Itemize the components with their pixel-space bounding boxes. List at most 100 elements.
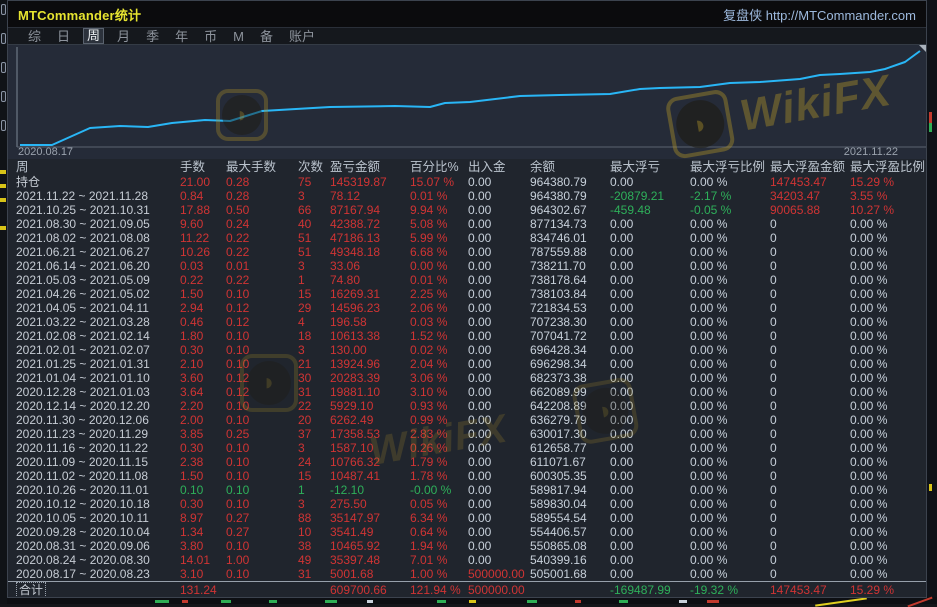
table-cell: 0	[770, 343, 850, 357]
table-row[interactable]: 2020.09.28 ~ 2020.10.041.340.27103541.49…	[8, 525, 926, 539]
menu-tab-日[interactable]: 日	[49, 28, 78, 45]
table-cell: 0	[770, 315, 850, 329]
title-bar[interactable]: MTCommander统计 复盘侠 http://MTCommander.com	[8, 1, 926, 28]
table-row[interactable]: 2020.10.12 ~ 2020.10.180.300.103275.500.…	[8, 497, 926, 511]
table-cell: 21.00	[180, 175, 226, 189]
table-cell: 0.00	[468, 455, 530, 469]
table-cell: 0.00	[610, 287, 690, 301]
table-cell: 0.00 %	[690, 553, 770, 567]
table-cell: 0.00 %	[850, 497, 926, 511]
table-row[interactable]: 2020.08.24 ~ 2020.08.3014.011.004935397.…	[8, 553, 926, 567]
table-cell: 0.00	[468, 357, 530, 371]
row-label: 2020.11.02 ~ 2020.11.08	[16, 469, 180, 483]
table-cell: 0.00 %	[850, 469, 926, 483]
table-cell: 0.00 %	[850, 287, 926, 301]
menu-tab-综[interactable]: 综	[20, 28, 49, 45]
table-row[interactable]: 2020.08.17 ~ 2020.08.233.100.10315001.68…	[8, 567, 926, 581]
table-row[interactable]: 2020.11.23 ~ 2020.11.293.850.253717358.5…	[8, 427, 926, 441]
table-cell: 74.80	[330, 273, 410, 287]
balance-chart[interactable]: ◗ ◗ WikiFX 2020.08.17 2021.11.22	[8, 45, 926, 159]
table-cell: 0.00	[468, 287, 530, 301]
table-row[interactable]: 2021.03.22 ~ 2021.03.280.460.124196.580.…	[8, 315, 926, 329]
table-cell: 0.10	[226, 399, 298, 413]
table-cell: 0	[770, 301, 850, 315]
table-cell: 0	[770, 245, 850, 259]
table-cell: 0.00 %	[850, 539, 926, 553]
table-row[interactable]: 2020.10.26 ~ 2020.11.010.100.101-12.10-0…	[8, 483, 926, 497]
table-row[interactable]: 2021.06.14 ~ 2021.06.200.030.01333.060.0…	[8, 259, 926, 273]
column-header[interactable]: 余额	[530, 159, 610, 175]
table-row[interactable]: 2020.11.30 ~ 2020.12.062.000.10206262.49…	[8, 413, 926, 427]
menu-tab-备[interactable]: 备	[252, 28, 281, 45]
table-row[interactable]: 2021.05.03 ~ 2021.05.090.220.22174.800.0…	[8, 273, 926, 287]
column-header[interactable]: 最大手数	[226, 159, 298, 175]
table-cell: 10465.92	[330, 539, 410, 553]
table-row[interactable]: 2020.12.14 ~ 2020.12.202.200.10225929.10…	[8, 399, 926, 413]
table-cell: 0.00	[468, 175, 530, 189]
table-cell: 42388.72	[330, 217, 410, 231]
column-header[interactable]: 最大浮盈比例	[850, 159, 926, 175]
table-cell: 0.22	[226, 231, 298, 245]
table-row[interactable]: 2020.11.16 ~ 2020.11.220.300.1031587.100…	[8, 441, 926, 455]
column-header[interactable]: 周	[16, 159, 180, 175]
table-row[interactable]: 2020.10.05 ~ 2020.10.118.970.278835147.9…	[8, 511, 926, 525]
table-cell: 0.03	[180, 259, 226, 273]
table-row[interactable]: 持仓21.000.2875145319.8715.07 %0.00964380.…	[8, 175, 926, 189]
table-cell: 0.00	[610, 315, 690, 329]
table-cell: 0.00	[468, 525, 530, 539]
menu-tab-账户[interactable]: 账户	[281, 28, 323, 45]
table-cell: 964302.67	[530, 203, 610, 217]
table-row[interactable]: 2021.02.08 ~ 2021.02.141.800.101810613.3…	[8, 329, 926, 343]
table-cell: 3.85	[180, 427, 226, 441]
table-cell: 0.00	[610, 567, 690, 581]
column-header[interactable]: 最大浮亏	[610, 159, 690, 175]
table-cell: 611071.67	[530, 455, 610, 469]
table-cell: 0.00 %	[850, 413, 926, 427]
table-row[interactable]: 2021.01.25 ~ 2021.01.312.100.102113924.9…	[8, 357, 926, 371]
menu-tab-季[interactable]: 季	[138, 28, 167, 45]
brand-link[interactable]: 复盘侠 http://MTCommander.com	[723, 5, 916, 24]
table-row[interactable]: 2021.04.26 ~ 2021.05.021.500.101516269.3…	[8, 287, 926, 301]
table-cell: -19.32 %	[690, 582, 770, 597]
table-row[interactable]: 2021.02.01 ~ 2021.02.070.300.103130.000.…	[8, 343, 926, 357]
table-cell: 0.00	[610, 357, 690, 371]
table-cell: 0.00 %	[690, 357, 770, 371]
menu-tab-月[interactable]: 月	[109, 28, 138, 45]
table-total-row[interactable]: 合计131.24609700.66121.94 %500000.00-16948…	[8, 581, 926, 597]
table-cell: 0.00	[468, 245, 530, 259]
table-cell: 0.00 %	[690, 511, 770, 525]
table-row[interactable]: 2021.04.05 ~ 2021.04.112.940.122914596.2…	[8, 301, 926, 315]
table-row[interactable]: 2021.01.04 ~ 2021.01.103.600.123020283.3…	[8, 371, 926, 385]
table-cell: 0	[770, 483, 850, 497]
table-cell: 682373.38	[530, 371, 610, 385]
table-cell: 31	[298, 567, 330, 581]
column-header[interactable]: 手数	[180, 159, 226, 175]
table-cell: 0.00 %	[850, 483, 926, 497]
column-header[interactable]: 次数	[298, 159, 330, 175]
menu-tab-年[interactable]: 年	[167, 28, 196, 45]
menu-tab-周[interactable]: 周	[83, 28, 104, 44]
table-cell: 0.00	[468, 329, 530, 343]
column-header[interactable]: 最大浮亏比例	[690, 159, 770, 175]
table-cell: 0.24	[226, 217, 298, 231]
table-row[interactable]: 2020.11.02 ~ 2020.11.081.500.101510487.4…	[8, 469, 926, 483]
column-header[interactable]: 盈亏金额	[330, 159, 410, 175]
table-row[interactable]: 2020.12.28 ~ 2021.01.033.640.123119881.1…	[8, 385, 926, 399]
row-label: 持仓	[16, 175, 180, 189]
table-row[interactable]: 2021.10.25 ~ 2021.10.3117.880.506687167.…	[8, 203, 926, 217]
menu-tab-M[interactable]: M	[225, 28, 252, 45]
table-row[interactable]: 2021.06.21 ~ 2021.06.2710.260.225149348.…	[8, 245, 926, 259]
column-header[interactable]: 百分比%	[410, 159, 468, 175]
menu-tab-币[interactable]: 币	[196, 28, 225, 45]
table-row[interactable]: 2021.08.30 ~ 2021.09.059.600.244042388.7…	[8, 217, 926, 231]
table-row[interactable]: 2021.11.22 ~ 2021.11.280.840.28378.120.0…	[8, 189, 926, 203]
table-cell: 0	[770, 287, 850, 301]
table-row[interactable]: 2021.08.02 ~ 2021.08.0811.220.225147186.…	[8, 231, 926, 245]
table-row[interactable]: 2020.11.09 ~ 2020.11.152.380.102410766.3…	[8, 455, 926, 469]
table-row[interactable]: 2020.08.31 ~ 2020.09.063.800.103810465.9…	[8, 539, 926, 553]
column-header[interactable]: 最大浮盈金额	[770, 159, 850, 175]
table-cell: 18	[298, 329, 330, 343]
column-header[interactable]: 出入金	[468, 159, 530, 175]
table-cell: 0.00 %	[410, 259, 468, 273]
table-cell: 0.22	[226, 245, 298, 259]
